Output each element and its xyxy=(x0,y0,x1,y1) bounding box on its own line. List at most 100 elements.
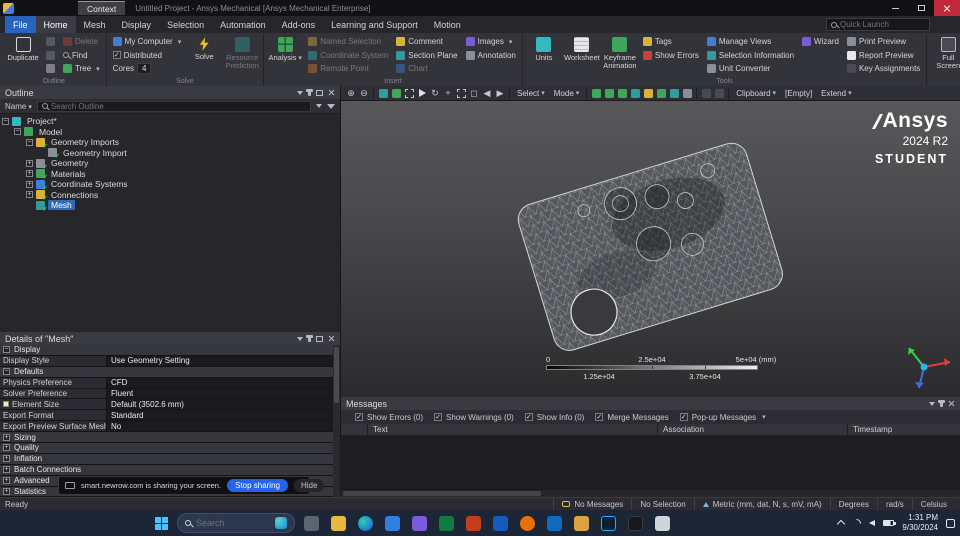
powerpoint-app[interactable] xyxy=(462,512,484,534)
float-icon[interactable] xyxy=(316,335,323,342)
zoom-fit-icon[interactable]: ◻ xyxy=(468,87,480,100)
pan-icon[interactable]: + xyxy=(442,87,454,100)
select-cursor-icon[interactable] xyxy=(416,87,428,100)
section-plane-button[interactable]: Section Plane xyxy=(393,49,460,63)
manage-views-button[interactable]: Manage Views xyxy=(704,35,797,49)
next-view-icon[interactable]: ▶ xyxy=(494,87,506,100)
panel-menu-icon[interactable] xyxy=(297,90,303,95)
element-filter-icon[interactable] xyxy=(655,87,667,100)
sql-developer-app[interactable] xyxy=(570,512,592,534)
float-icon[interactable] xyxy=(316,89,323,96)
tree-item-project[interactable]: Project* xyxy=(0,116,340,127)
search-options-icon[interactable] xyxy=(316,104,322,108)
hidden-icons-chevron[interactable] xyxy=(837,519,846,529)
scrollbar-thumb[interactable] xyxy=(334,347,339,403)
body-filter-icon[interactable] xyxy=(629,87,641,100)
expander-icon[interactable] xyxy=(3,488,10,496)
resource-prediction-button[interactable]: Resource Prediction xyxy=(224,35,260,71)
expander-icon[interactable] xyxy=(26,180,33,188)
edge-app[interactable] xyxy=(354,512,376,534)
mode-dropdown[interactable]: Mode xyxy=(550,89,584,98)
tree-item-geometry[interactable]: Geometry xyxy=(0,158,340,171)
rotate-icon[interactable]: ↻ xyxy=(429,87,441,100)
expander-icon[interactable] xyxy=(3,444,10,452)
field-value[interactable]: CFD xyxy=(111,378,127,387)
vertex-filter-icon[interactable] xyxy=(590,87,602,100)
column-icon[interactable] xyxy=(341,424,368,435)
taskbar-clock[interactable]: 1:31 PM 9/30/2024 xyxy=(902,513,938,533)
outline-search-input[interactable] xyxy=(50,101,306,111)
start-button[interactable] xyxy=(150,512,172,534)
outline-search[interactable] xyxy=(36,100,311,112)
status-angle-unit[interactable]: Degrees xyxy=(829,498,877,510)
tab-home[interactable]: Home xyxy=(35,16,76,33)
look-at-face-icon[interactable] xyxy=(390,87,402,100)
expander-icon[interactable] xyxy=(3,346,10,354)
status-no-messages[interactable]: No Messages xyxy=(553,498,631,510)
section-row-defaults[interactable]: Defaults xyxy=(0,366,333,378)
orientation-triad[interactable] xyxy=(880,339,952,393)
status-temperature-unit[interactable]: Celsius xyxy=(911,498,955,510)
expander-icon[interactable] xyxy=(3,433,10,441)
excel-app[interactable] xyxy=(435,512,457,534)
chart-button[interactable]: Chart xyxy=(393,62,460,76)
quick-launch-search[interactable] xyxy=(826,18,930,31)
extend-dropdown[interactable]: Extend xyxy=(817,89,855,98)
unit-converter-button[interactable]: Unit Converter xyxy=(704,62,797,76)
field-row-physics-preference[interactable]: Physics Preference CFD xyxy=(0,377,333,389)
wizard-button[interactable]: Wizard xyxy=(799,35,842,49)
minimize-button[interactable] xyxy=(882,0,908,16)
expander-icon[interactable] xyxy=(3,466,10,474)
show-info-filter[interactable]: Show Info (0) xyxy=(524,413,584,422)
panel-menu-icon[interactable] xyxy=(297,336,303,341)
snap-icon[interactable] xyxy=(700,87,712,100)
outlook-app[interactable] xyxy=(543,512,565,534)
tab-add-ons[interactable]: Add-ons xyxy=(274,16,324,33)
expander-icon[interactable] xyxy=(26,159,33,167)
cores-field[interactable]: Cores 4 xyxy=(110,62,185,76)
comment-button[interactable]: Comment xyxy=(393,35,460,49)
panel-menu-icon[interactable] xyxy=(929,401,935,406)
pin-icon[interactable] xyxy=(938,400,945,407)
images-dropdown[interactable]: Images xyxy=(463,35,519,49)
my-computer-dropdown[interactable]: My Computer xyxy=(110,35,185,49)
taskbar-search-input[interactable] xyxy=(196,518,270,528)
section-row-inflation[interactable]: Inflation xyxy=(0,453,333,465)
wireframe-mode-icon[interactable] xyxy=(403,87,415,100)
tab-motion[interactable]: Motion xyxy=(426,16,469,33)
print-preview-button[interactable]: Print Preview xyxy=(844,35,923,49)
scrollbar-thumb[interactable] xyxy=(343,491,541,496)
multi-select-icon[interactable] xyxy=(668,87,680,100)
analysis-button[interactable]: Analysis xyxy=(267,35,303,63)
coordinate-system-button[interactable]: Coordinate System xyxy=(305,49,391,63)
tree-button[interactable]: Tree xyxy=(60,62,103,76)
field-row-export-preview-surface-mesh[interactable]: Export Preview Surface Mesh No xyxy=(0,421,333,433)
selection-information-button[interactable]: Selection Information xyxy=(704,49,797,63)
maximize-button[interactable] xyxy=(908,0,934,16)
name-filter-dropdown[interactable]: Name xyxy=(5,102,32,111)
popup-messages-filter[interactable]: Pop-up Messages xyxy=(679,413,766,422)
selection-mode-icon[interactable] xyxy=(681,87,693,100)
notepad-app[interactable] xyxy=(651,512,673,534)
details-scrollbar[interactable] xyxy=(333,345,340,497)
field-value[interactable]: Fluent xyxy=(111,389,133,398)
volume-icon[interactable] xyxy=(869,520,876,526)
pin-icon[interactable] xyxy=(306,335,313,342)
units-button[interactable]: Units xyxy=(526,35,562,62)
column-timestamp[interactable]: Timestamp xyxy=(848,424,960,435)
key-assignments-button[interactable]: Key Assignments xyxy=(844,62,923,76)
worksheet-button[interactable]: Worksheet xyxy=(564,35,600,62)
iso-view-icon[interactable] xyxy=(377,87,389,100)
remote-point-button[interactable]: Remote Point xyxy=(305,62,391,76)
close-panel-icon[interactable] xyxy=(328,335,335,342)
previous-view-icon[interactable]: ◀ xyxy=(481,87,493,100)
field-row-element-size[interactable]: Element Size Default (3502.6 mm) xyxy=(0,399,333,411)
pin-icon[interactable] xyxy=(306,89,313,96)
expander-icon[interactable] xyxy=(2,117,9,125)
box-zoom-icon[interactable] xyxy=(455,87,467,100)
close-panel-icon[interactable] xyxy=(328,89,335,96)
field-row-display-style[interactable]: Display Style Use Geometry Setting xyxy=(0,355,333,367)
find-button[interactable]: Find xyxy=(60,49,103,63)
keyframe-animation-button[interactable]: Keyframe Animation xyxy=(602,35,638,71)
show-errors-filter[interactable]: Show Errors (0) xyxy=(355,413,423,422)
